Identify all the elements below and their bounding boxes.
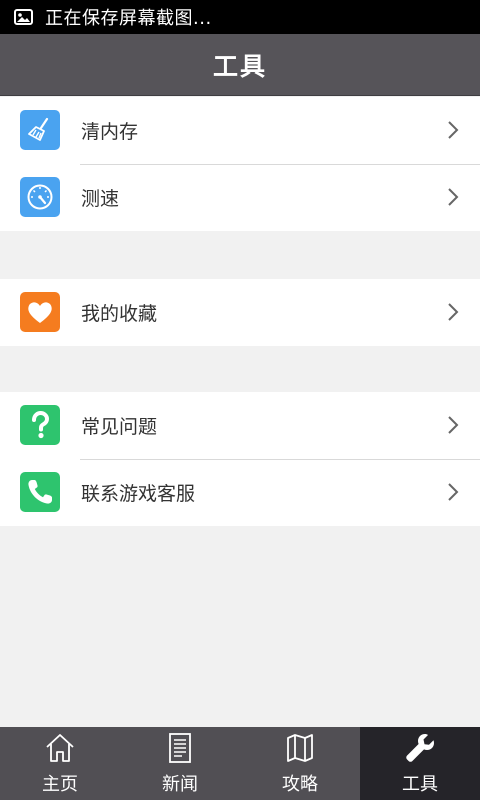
image-icon: [14, 9, 33, 25]
faq-item[interactable]: 常见问题: [0, 392, 480, 459]
chevron-right-icon: [446, 482, 460, 502]
speed-test-item[interactable]: 测速: [0, 164, 480, 231]
heart-icon: [20, 292, 60, 332]
tools-group-3: 常见问题 联系游戏客服: [0, 392, 480, 526]
contact-support-label: 联系游戏客服: [81, 483, 196, 505]
tab-news[interactable]: 新闻: [120, 727, 240, 800]
page-title: 工具: [212, 51, 267, 81]
clear-memory-item[interactable]: 清内存: [0, 97, 480, 164]
bottom-tab-bar: 主页 新闻 攻略 工具: [0, 727, 480, 800]
chevron-right-icon: [446, 302, 460, 322]
question-icon: [20, 405, 60, 445]
home-icon: [43, 732, 77, 764]
tools-group-2: 我的收藏: [0, 279, 480, 346]
tab-tools[interactable]: 工具: [360, 727, 480, 800]
faq-label: 常见问题: [81, 416, 158, 438]
tab-tools-label: 工具: [402, 774, 438, 795]
chevron-right-icon: [446, 415, 460, 435]
tab-guides[interactable]: 攻略: [240, 727, 360, 800]
my-favorites-label: 我的收藏: [81, 303, 158, 325]
my-favorites-item[interactable]: 我的收藏: [0, 279, 480, 346]
phone-icon: [20, 472, 60, 512]
tab-home-label: 主页: [42, 774, 78, 795]
news-icon: [163, 732, 197, 764]
broom-icon: [20, 110, 60, 150]
tab-news-label: 新闻: [162, 774, 198, 795]
speedometer-icon: [20, 177, 60, 217]
tab-home[interactable]: 主页: [0, 727, 120, 800]
status-bar: 正在保存屏幕截图...: [0, 0, 480, 34]
status-text: 正在保存屏幕截图...: [45, 8, 212, 29]
contact-support-item[interactable]: 联系游戏客服: [0, 459, 480, 526]
tab-guides-label: 攻略: [282, 774, 318, 795]
title-bar: 工具: [0, 34, 480, 96]
wrench-icon: [403, 732, 437, 764]
chevron-right-icon: [446, 187, 460, 207]
clear-memory-label: 清内存: [81, 121, 139, 143]
chevron-right-icon: [446, 120, 460, 140]
speed-test-label: 测速: [81, 188, 120, 210]
map-icon: [283, 732, 317, 764]
tools-group-1: 清内存 测速: [0, 97, 480, 231]
